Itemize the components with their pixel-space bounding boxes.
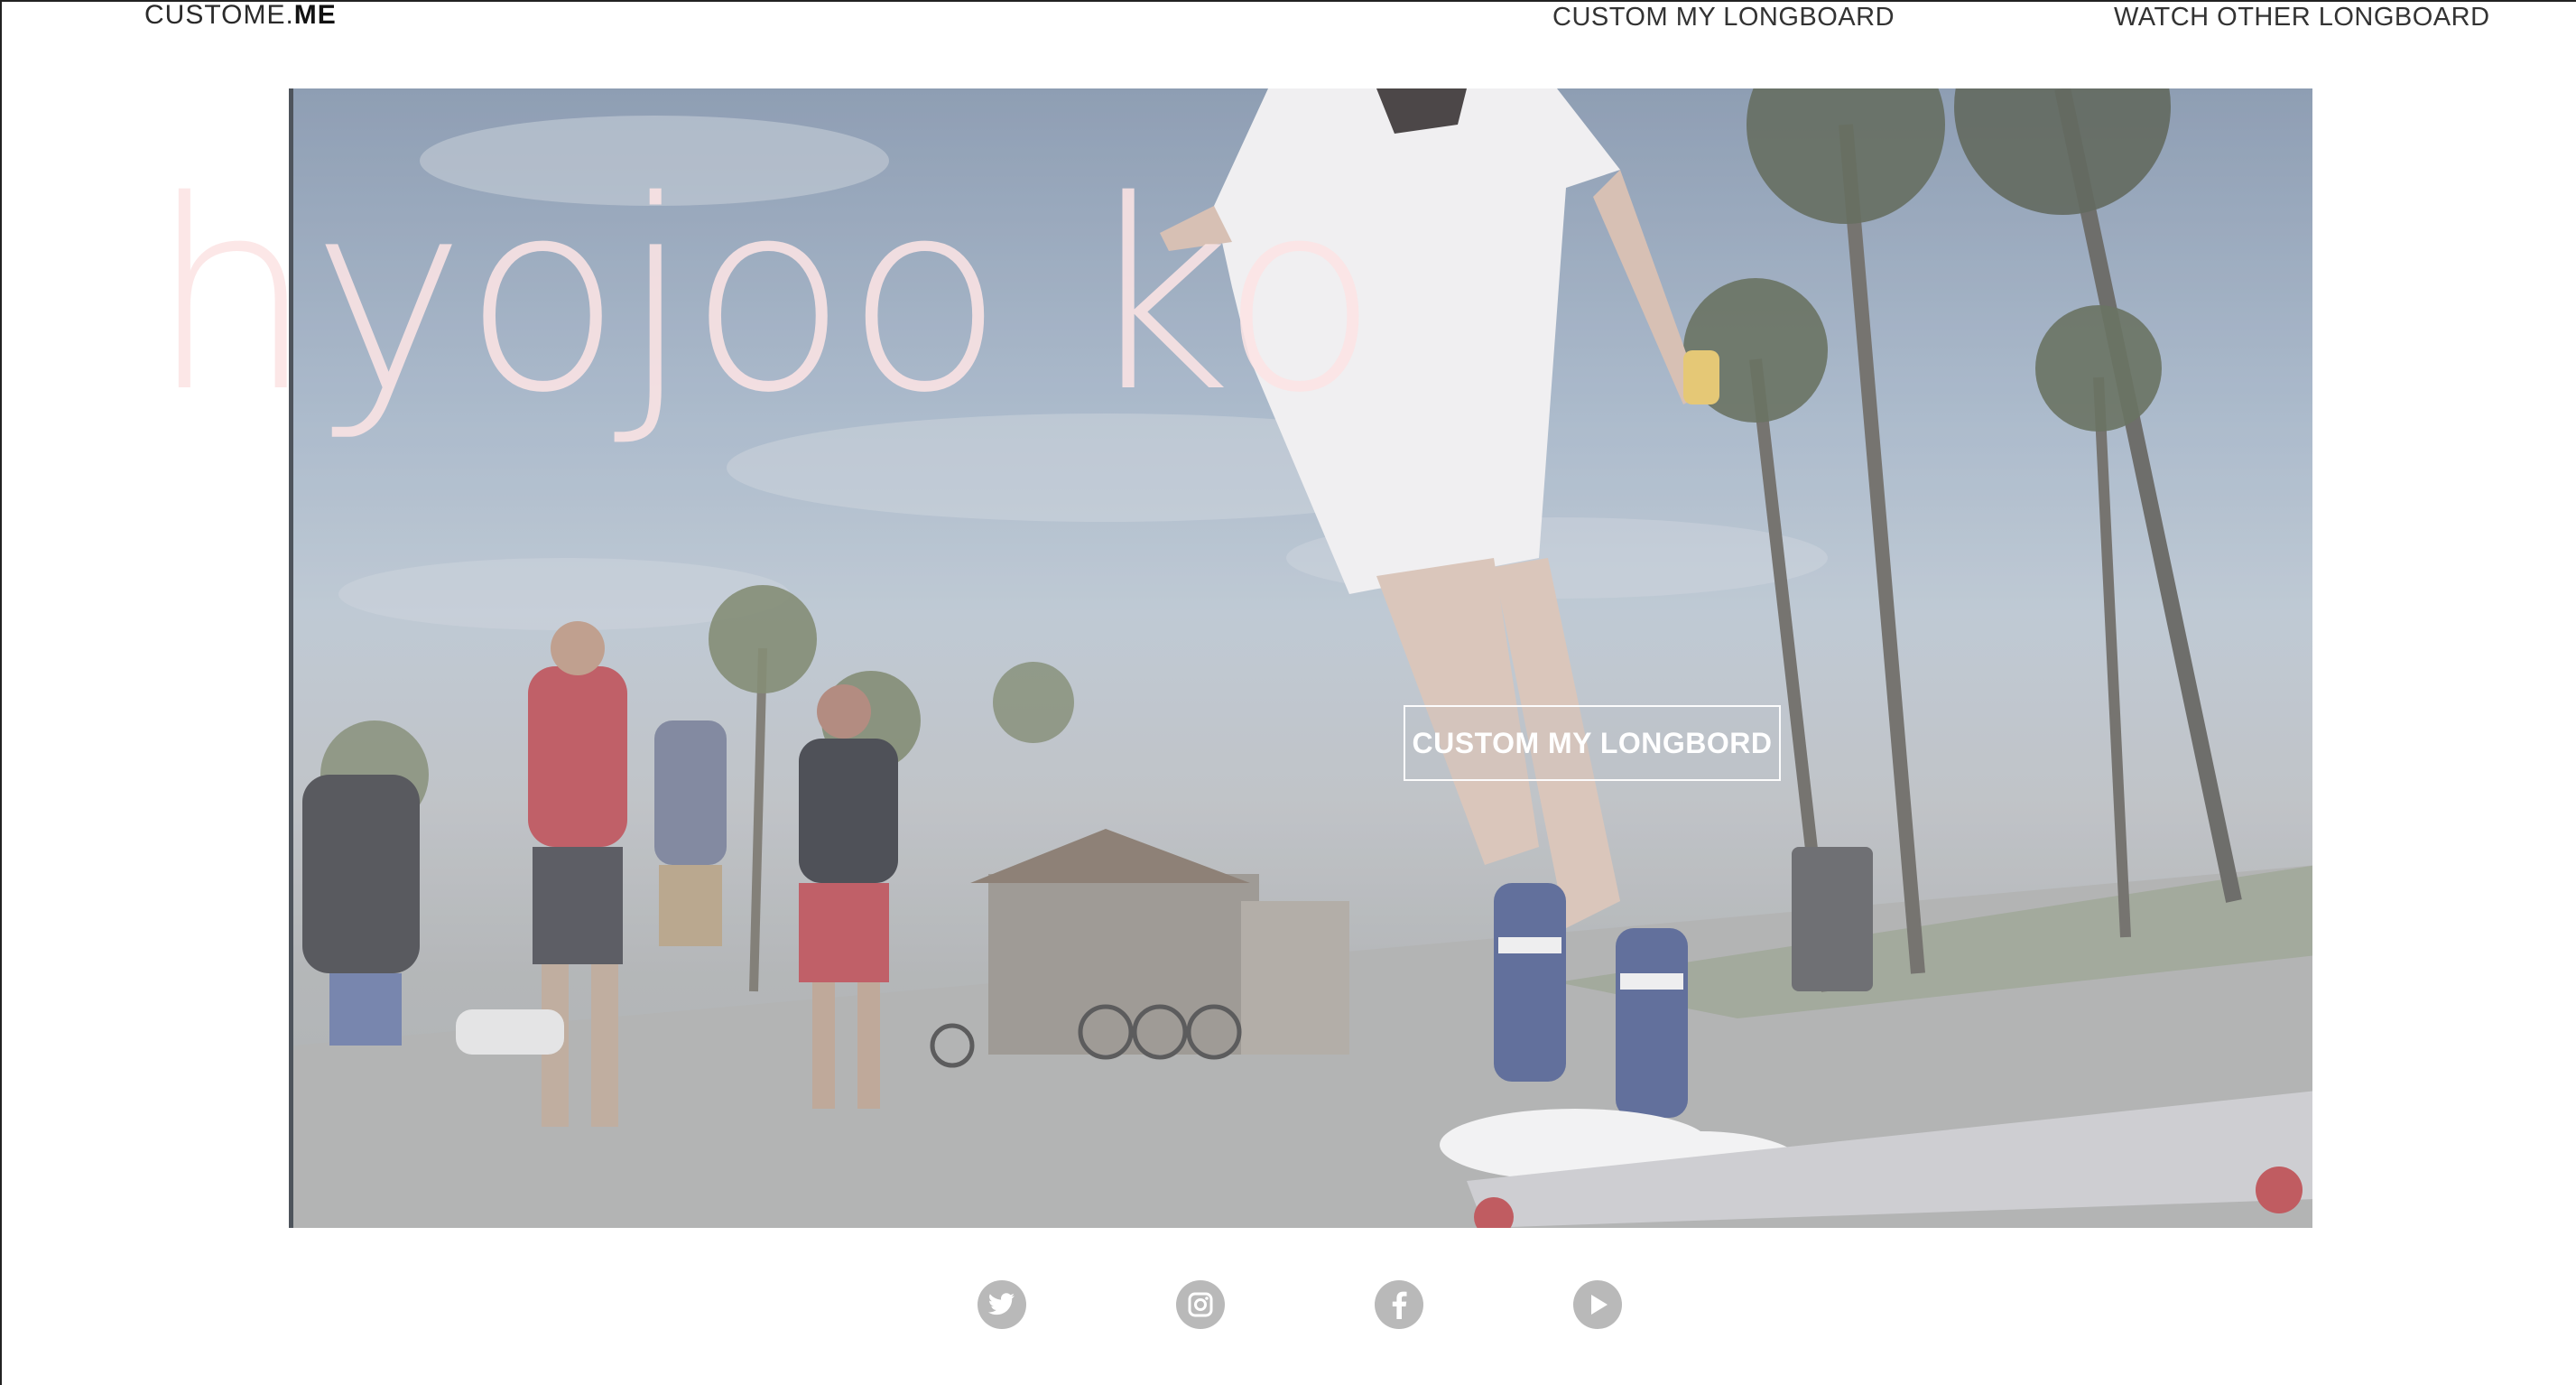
twitter-icon[interactable]: [978, 1280, 1026, 1329]
custom-my-longbord-button[interactable]: CUSTOM MY LONGBORD: [1404, 705, 1781, 781]
instagram-icon[interactable]: [1176, 1280, 1225, 1329]
brand-logo-light: CUSTOME.: [144, 0, 294, 30]
hero-title: hyojoo ko: [149, 145, 1379, 450]
nav-custom-my-longboard[interactable]: CUSTOM MY LONGBOARD: [1552, 2, 1895, 33]
nav-watch-other-longboard[interactable]: WATCH OTHER LONGBOARD: [2114, 2, 2490, 33]
youtube-icon[interactable]: [1573, 1280, 1622, 1329]
brand-logo[interactable]: CUSTOME.ME: [144, 0, 337, 31]
page: CUSTOME.ME CUSTOM MY LONGBOARD WATCH OTH…: [0, 0, 2576, 1385]
brand-logo-bold: ME: [293, 0, 337, 30]
facebook-icon[interactable]: [1375, 1280, 1423, 1329]
